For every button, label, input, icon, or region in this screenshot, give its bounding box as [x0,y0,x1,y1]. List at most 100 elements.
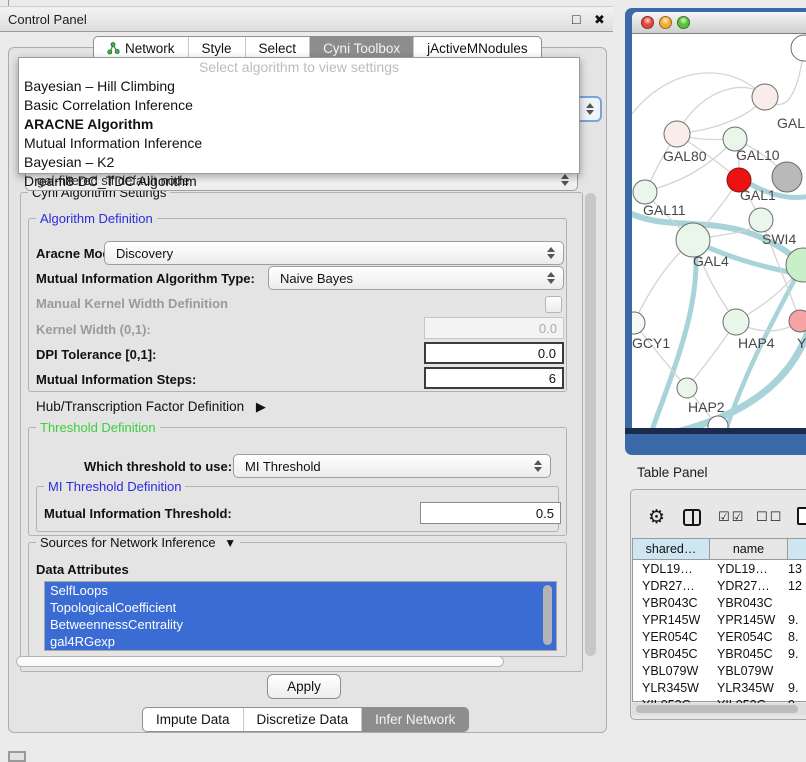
network-canvas[interactable]: GAL GAL80 GAL10 GAL1 GAL11 SWI4 GAL4 GCY… [632,34,806,428]
apply-button[interactable]: Apply [267,674,341,699]
node-hap4[interactable] [723,309,749,335]
node-gal-partial[interactable] [752,84,778,110]
mi-threshold-label: Mutual Information Threshold: [44,506,232,521]
data-attributes-label: Data Attributes [36,562,129,577]
svg-text:GAL80: GAL80 [663,148,707,164]
split-columns-icon[interactable] [683,509,701,526]
popup-item-aracne[interactable]: ARACNE Algorithm [19,115,579,134]
svg-text:GCY1: GCY1 [632,335,670,351]
bottom-tabs: Impute Data Discretize Data Infer Networ… [142,707,469,732]
algorithm-combo-sliver[interactable] [577,96,602,122]
node-gray[interactable] [772,162,802,192]
column-header-name[interactable]: name [710,539,788,560]
mi-threshold-field[interactable]: 0.5 [420,502,561,524]
algorithm-popup-placeholder: Select algorithm to view settings [19,58,579,77]
table-row[interactable]: YDL19… YDL19… 13 [633,560,806,577]
algorithm-popup: Select algorithm to view settings Bayesi… [18,57,580,174]
attribute-betweennesscentrality[interactable]: BetweennessCentrality [45,616,556,633]
hub-expand-icon[interactable]: ▶ [256,399,266,414]
node-top-white[interactable] [791,35,806,61]
which-threshold-combo[interactable]: MI Threshold [233,454,551,478]
attribute-topologicalcoefficient[interactable]: TopologicalCoefficient [45,599,556,616]
window-close-button[interactable] [641,16,654,29]
data-attributes-list[interactable]: SelfLoops TopologicalCoefficient Between… [44,581,557,651]
table-row[interactable]: YDR27… YDR27… 12 [633,577,806,594]
node-gal4[interactable] [676,223,710,257]
hub-section-label[interactable]: Hub/Transcription Factor Definition ▶ [36,399,266,415]
kernel-width-label: Kernel Width (0,1): [36,322,151,337]
dpi-tolerance-label: DPI Tolerance [0,1]: [36,347,156,362]
manual-kernel-checkbox[interactable] [545,296,562,313]
network-canvas-wrap: GAL GAL80 GAL10 GAL1 GAL11 SWI4 GAL4 GCY… [632,34,806,428]
popup-item-basic-correlation[interactable]: Basic Correlation Inference [19,96,579,115]
aracne-mode-value: Discovery [116,246,173,261]
close-window-icon[interactable]: ✖ [594,12,605,28]
kernel-width-field[interactable]: 0.0 [424,317,564,339]
network-window-bottom-shadow [625,428,806,434]
mi-type-value: Naive Bayes [280,271,353,286]
aracne-mode-combo[interactable]: Discovery [104,241,564,265]
mi-threshold-title: MI Threshold Definition [44,480,185,494]
which-threshold-value: MI Threshold [245,459,321,474]
table-row[interactable]: YLR345W YLR345W 9. [633,679,806,696]
attribute-gal4rgexp[interactable]: gal4RGexp [45,633,556,650]
svg-text:GAL11: GAL11 [643,202,686,218]
network-node-labels: GAL GAL80 GAL10 GAL1 GAL11 SWI4 GAL4 GCY… [632,115,806,415]
table-row[interactable]: YBR045C YBR045C 9. [633,645,806,662]
tab-network-label: Network [125,41,175,56]
settings-vscrollbar[interactable] [585,193,596,656]
tab-impute-data[interactable]: Impute Data [143,708,243,731]
mi-steps-field[interactable]: 6 [424,367,564,389]
svg-text:SWI4: SWI4 [762,231,796,247]
minimized-panel-grip[interactable] [8,751,26,762]
node-hap2[interactable] [677,378,697,398]
new-table-icon[interactable] [797,507,806,525]
column-header-shared-name[interactable]: shared… [633,539,710,560]
table-row[interactable]: YBR043C YBR043C [633,594,806,611]
table-hscrollbar[interactable] [636,705,798,713]
algorithm-definition-title: Algorithm Definition [36,212,157,226]
which-threshold-label: Which threshold to use: [84,459,232,474]
column-header-partial[interactable] [788,539,806,560]
node-salmon[interactable] [789,310,806,332]
tab-discretize-data[interactable]: Discretize Data [243,708,362,731]
attribute-selfloops[interactable]: SelfLoops [45,582,556,599]
node-gal11[interactable] [633,180,657,204]
float-window-icon[interactable]: □ [572,11,580,27]
node-gal1-neighbor[interactable] [749,208,773,232]
window-zoom-button[interactable] [677,16,690,29]
popup-item-mutual-information[interactable]: Mutual Information Inference [19,134,579,153]
svg-text:HAP4: HAP4 [738,335,775,351]
table-row[interactable]: YBL079W YBL079W [633,662,806,679]
manual-kernel-label: Manual Kernel Width Definition [36,296,228,311]
svg-text:GAL: GAL [777,115,805,131]
popup-item-bayesian-k2[interactable]: Bayesian – K2 [19,153,579,172]
settings-hscrollbar[interactable] [16,656,504,667]
sources-title[interactable]: Sources for Network Inference ▼ [36,536,240,550]
tab-infer-network[interactable]: Infer Network [361,708,468,731]
gear-icon[interactable]: ⚙ [648,506,665,529]
dpi-tolerance-field[interactable]: 0.0 [424,342,564,364]
threshold-title: Threshold Definition [36,421,160,435]
mi-type-combo[interactable]: Naive Bayes [268,266,564,290]
control-panel-titlebar: Control Panel □ ✖ [0,6,613,32]
table-row[interactable]: YPR145W YPR145W 9. [633,611,806,628]
sources-collapse-icon[interactable]: ▼ [224,536,236,550]
show-selected-columns-icon[interactable]: ☑☑ [718,509,745,525]
window-minimize-button[interactable] [659,16,672,29]
popup-item-dream8[interactable]: Dream8 DC_TDC Algorithm [19,172,579,191]
node-gcy1[interactable] [632,312,645,334]
svg-text:Y: Y [797,335,806,351]
table-rows: YDL19… YDL19… 13 YDR27… YDR27… 12 YBR043… [633,560,806,704]
svg-text:GAL4: GAL4 [693,253,729,269]
mi-steps-label: Mutual Information Steps: [36,372,196,387]
attributes-list-scrollbar[interactable] [543,585,552,645]
control-panel-title: Control Panel [8,12,87,27]
popup-item-bayesian-hill-climbing[interactable]: Bayesian – Hill Climbing [19,77,579,96]
table-row[interactable]: YER054C YER054C 8. [633,628,806,645]
svg-text:GAL1: GAL1 [740,187,776,203]
network-tab-icon [107,42,120,55]
mi-type-label: Mutual Information Algorithm Type: [36,271,255,286]
node-gal80[interactable] [664,121,690,147]
hide-columns-icon[interactable]: ☐☐ [756,509,783,525]
